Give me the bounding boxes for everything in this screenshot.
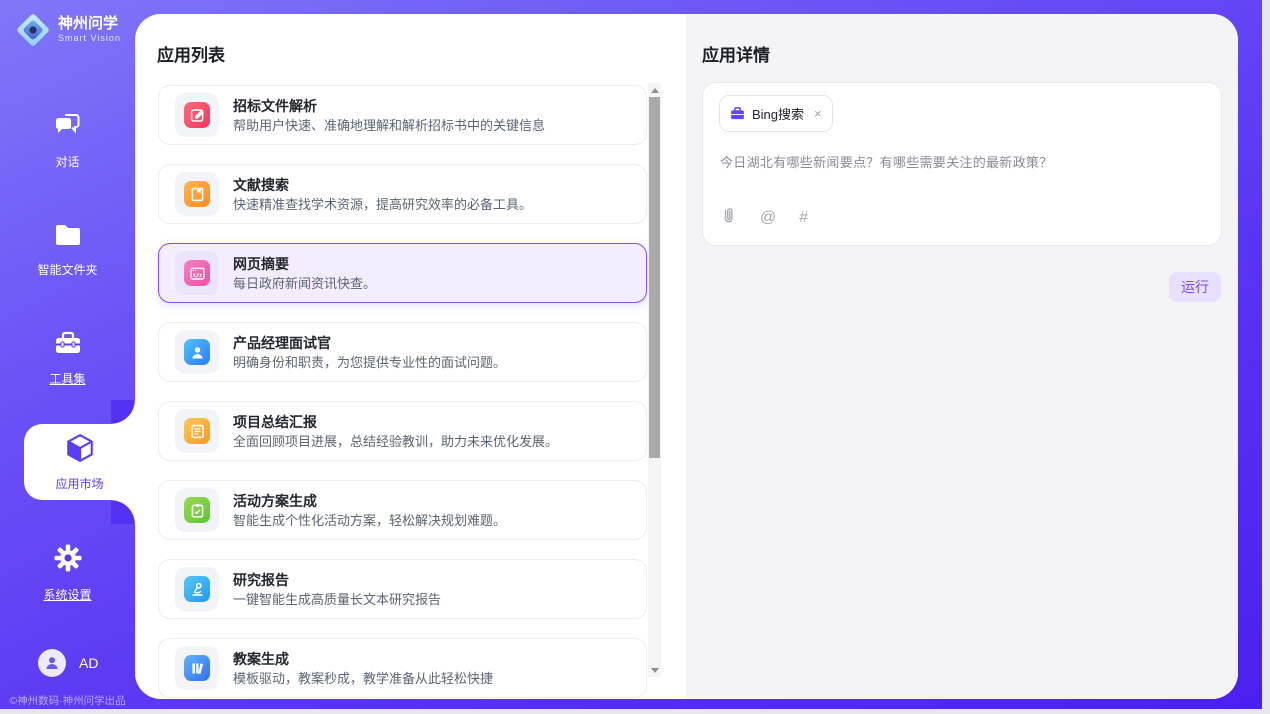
app-desc: 每日政府新闻资讯快查。 bbox=[233, 277, 376, 290]
user-account[interactable]: AD bbox=[38, 649, 98, 677]
sidebar-item-toolset[interactable]: 工具集 bbox=[0, 330, 135, 387]
user-name: AD bbox=[79, 655, 98, 671]
paperclip-icon[interactable] bbox=[721, 206, 737, 229]
brand-logo: 神州问学 Smart Vision bbox=[16, 13, 121, 47]
at-icon[interactable]: @ bbox=[760, 210, 776, 226]
app-list-title: 应用列表 bbox=[157, 41, 225, 66]
sidebar-item-settings[interactable]: 系统设置 bbox=[0, 543, 135, 603]
brand-tagline: Smart Vision bbox=[58, 33, 121, 44]
person-icon bbox=[44, 655, 60, 671]
run-button[interactable]: 运行 bbox=[1169, 272, 1221, 302]
app-desc: 帮助用户快速、准确地理解和解析招标书中的关键信息 bbox=[233, 119, 545, 132]
app-desc: 全面回顾项目进展，总结经验教训，助力未来优化发展。 bbox=[233, 435, 558, 448]
gear-icon bbox=[53, 543, 83, 578]
diamond-logo-icon bbox=[16, 13, 50, 47]
app-desc: 快速精准查找学术资源，提高研究效率的必备工具。 bbox=[233, 198, 532, 211]
hash-icon[interactable]: # bbox=[799, 210, 808, 226]
app-detail-title: 应用详情 bbox=[702, 41, 770, 66]
app-card-research-report[interactable]: 研究报告 一键智能生成高质量长文本研究报告 bbox=[158, 559, 647, 619]
toolbox-icon bbox=[53, 330, 83, 362]
tool-tag-label: Bing搜索 bbox=[752, 104, 804, 123]
app-name: 文献搜索 bbox=[233, 178, 532, 192]
microscope-icon bbox=[184, 576, 210, 602]
app-name: 网页摘要 bbox=[233, 257, 376, 271]
app-name: 项目总结汇报 bbox=[233, 415, 558, 429]
prompt-card: Bing搜索 × 今日湖北有哪些新闻要点？有哪些需要关注的最新政策？ @ # bbox=[702, 82, 1222, 246]
sidebar-item-label: 对话 bbox=[55, 153, 79, 170]
app-name: 教案生成 bbox=[233, 652, 493, 666]
app-name: 产品经理面试官 bbox=[233, 336, 506, 350]
sidebar-item-smart-folder[interactable]: 智能文件夹 bbox=[0, 222, 135, 278]
avatar bbox=[38, 649, 66, 677]
clipboard-check-icon bbox=[184, 497, 210, 523]
app-list: 招标文件解析 帮助用户快速、准确地理解和解析招标书中的关键信息 文献搜索 快速精… bbox=[158, 85, 647, 699]
app-card-literature-search[interactable]: 文献搜索 快速精准查找学术资源，提高研究效率的必备工具。 bbox=[158, 164, 647, 224]
books-icon bbox=[184, 655, 210, 681]
close-icon[interactable]: × bbox=[814, 107, 822, 120]
app-card-web-summary[interactable]: 网页摘要 每日政府新闻资讯快查。 bbox=[158, 243, 647, 303]
scrollbar-thumb[interactable] bbox=[649, 97, 660, 458]
app-detail-panel: 应用详情 Bing搜索 × 今日湖北有哪些新闻要点？有哪些需要关注的最新政策？ … bbox=[686, 14, 1238, 699]
sidebar-item-label: 应用市场 bbox=[55, 475, 103, 492]
app-desc: 智能生成个性化活动方案，轻松解决规划难题。 bbox=[233, 514, 506, 527]
sidebar-item-label: 系统设置 bbox=[43, 586, 91, 603]
main-content: 应用列表 招标文件解析 帮助用户快速、准确地理解和解析招标书中的关键信息 bbox=[135, 14, 1238, 699]
app-card-bid-parse[interactable]: 招标文件解析 帮助用户快速、准确地理解和解析招标书中的关键信息 bbox=[158, 85, 647, 145]
app-card-pm-interviewer[interactable]: 产品经理面试官 明确身份和职责，为您提供专业性的面试问题。 bbox=[158, 322, 647, 382]
prompt-text[interactable]: 今日湖北有哪些新闻要点？有哪些需要关注的最新政策？ bbox=[720, 152, 1053, 171]
app-list-panel: 应用列表 招标文件解析 帮助用户快速、准确地理解和解析招标书中的关键信息 bbox=[135, 14, 686, 699]
folder-icon bbox=[53, 222, 83, 253]
tool-tag-bing-search[interactable]: Bing搜索 × bbox=[719, 95, 833, 132]
sidebar-item-label: 智能文件夹 bbox=[37, 261, 97, 278]
app-name: 招标文件解析 bbox=[233, 99, 545, 113]
attachment-toolbar: @ # bbox=[721, 206, 808, 229]
interviewer-icon bbox=[184, 339, 210, 365]
cube-icon bbox=[64, 432, 96, 469]
app-desc: 一键智能生成高质量长文本研究报告 bbox=[233, 593, 441, 606]
sidebar: 神州问学 Smart Vision 对话 智能文件夹 bbox=[0, 0, 135, 714]
app-name: 研究报告 bbox=[233, 573, 441, 587]
briefcase-icon bbox=[730, 106, 745, 121]
brand-name: 神州问学 bbox=[58, 16, 121, 33]
scroll-down-icon[interactable] bbox=[648, 663, 661, 677]
app-name: 活动方案生成 bbox=[233, 494, 506, 508]
sidebar-footer: ©神州数码·神州问学出品 bbox=[0, 693, 135, 708]
sidebar-item-label: 工具集 bbox=[49, 370, 85, 387]
browser-code-icon bbox=[184, 260, 210, 286]
app-desc: 模板驱动，教案秒成，教学准备从此轻松快捷 bbox=[233, 672, 493, 685]
pen-square-icon bbox=[184, 102, 210, 128]
book-icon bbox=[184, 181, 210, 207]
app-card-event-plan[interactable]: 活动方案生成 智能生成个性化活动方案，轻松解决规划难题。 bbox=[158, 480, 647, 540]
app-list-scrollbar[interactable] bbox=[648, 83, 661, 677]
app-card-project-summary[interactable]: 项目总结汇报 全面回顾项目进展，总结经验教训，助力未来优化发展。 bbox=[158, 401, 647, 461]
chat-icon bbox=[53, 112, 83, 145]
sidebar-item-app-market[interactable]: 应用市场 bbox=[24, 424, 135, 500]
sidebar-item-chat[interactable]: 对话 bbox=[0, 112, 135, 170]
note-icon bbox=[184, 418, 210, 444]
scroll-up-icon[interactable] bbox=[648, 83, 661, 97]
app-desc: 明确身份和职责，为您提供专业性的面试问题。 bbox=[233, 356, 506, 369]
app-card-lesson-plan[interactable]: 教案生成 模板驱动，教案秒成，教学准备从此轻松快捷 bbox=[158, 638, 647, 698]
